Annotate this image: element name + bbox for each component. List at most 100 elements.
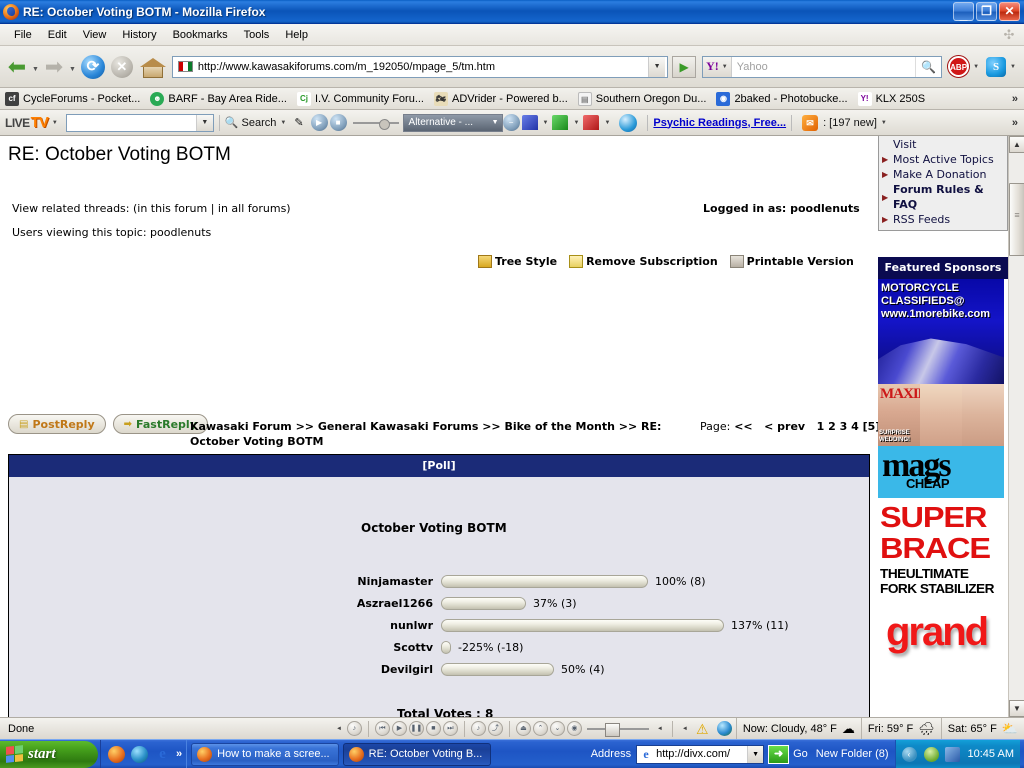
stop-button[interactable]: ✕ [111,56,133,78]
ad-grand[interactable]: grand [878,606,1004,662]
stop-button-media[interactable]: ■ [330,114,347,131]
page-nav-2[interactable]: 2 [828,420,836,433]
menu-history[interactable]: History [114,27,164,43]
close-button[interactable]: ✕ [999,2,1020,21]
start-button[interactable]: start [0,741,98,768]
tray-icon-1[interactable] [924,747,939,762]
bookmark-item[interactable]: Y! KLX 250S [858,92,926,106]
menu-bookmarks[interactable]: Bookmarks [165,27,236,43]
ad-superbrace[interactable]: SUPER BRACE THEULTIMATE FORK STABILIZER [878,498,1004,606]
stop-button[interactable]: ■ [426,721,441,736]
search-input[interactable]: Yahoo [732,61,915,73]
weather-now[interactable]: Now: Cloudy, 48° F ☁ [736,718,861,740]
minimize-button[interactable]: _ [953,2,974,21]
remove-subscription-link[interactable]: Remove Subscription [569,255,718,268]
menu-tools[interactable]: Tools [236,27,278,43]
clock[interactable]: 10:45 AM [968,748,1014,760]
page-scrollbar[interactable]: ▲ ▼ [1008,136,1024,717]
tv-green-chevron-down-icon[interactable]: ▼ [573,120,579,126]
rss-mail-icon[interactable]: ✉ [802,115,818,131]
forward-button[interactable]: ➡ [41,54,67,80]
bookmark-item[interactable]: ☻ BARF - Bay Area Ride... [150,92,287,106]
quicklaunch-overflow-button[interactable]: » [176,748,182,760]
page-nav-4[interactable]: 4 [851,420,859,433]
bookmark-item[interactable]: ◉ 2baked - Photobucke... [716,92,847,106]
scroll-up-button[interactable]: ▲ [1009,136,1024,153]
tray-icon-2[interactable] [945,747,960,762]
psychic-readings-link[interactable]: Psychic Readings, Free... [653,117,786,129]
shuffle-icon[interactable]: ⤴ [488,721,503,736]
livetv-volume-slider[interactable] [353,116,399,130]
taskbar-go-button[interactable]: ➜ [768,745,789,764]
sidebar-item-most-active-topics[interactable]: ▶ Most Active Topics [879,152,1007,167]
music-note-icon[interactable]: ♪ [347,721,362,736]
internet-explorer-quicklaunch-icon[interactable]: e [154,746,171,763]
bookmark-item[interactable]: cf CycleForums - Pocket... [5,92,140,106]
livetv-input-chevron-down-icon[interactable]: ▼ [196,115,213,131]
globe-icon[interactable] [717,721,732,736]
chevron-down-icon[interactable]: ▼ [881,120,887,126]
tree-style-link[interactable]: Tree Style [478,255,557,268]
printable-version-link[interactable]: Printable Version [730,255,854,268]
play-button[interactable]: ▶ [392,721,407,736]
url-chevron-down-icon[interactable]: ▼ [648,57,665,77]
tv-red-icon[interactable] [583,115,599,130]
livetv-chevron-down-icon[interactable]: ▼ [52,120,58,126]
ad-1morebike[interactable]: MOTORCYCLE CLASSIFIEDS@ www.1morebike.co… [878,279,1004,384]
home-button[interactable] [140,55,166,79]
ad-magazine-covers[interactable]: MAXIM SURPRISEWEDDING! [878,384,1004,446]
mute-icon[interactable]: ◉ [567,721,582,736]
scroll-left-icon[interactable]: ◄ [657,726,663,732]
menu-view[interactable]: View [75,27,115,43]
weather-saturday[interactable]: Sat: 65° F ⛅ [941,718,1024,740]
seamonkey-quicklaunch-icon[interactable] [131,746,148,763]
prev-track-button[interactable]: ⏮ [375,721,390,736]
next-track-button[interactable]: ⏭ [443,721,458,736]
bookmark-item[interactable]: ▤ Southern Oregon Du... [578,92,707,106]
taskbar-window-button-active[interactable]: RE: October Voting B... [343,743,492,766]
music-library-icon[interactable]: ♪ [471,721,486,736]
address-chevron-down-icon[interactable]: ▼ [747,746,763,763]
livetv-pencil-button[interactable]: ✎ [294,116,306,129]
reload-button[interactable]: ⟳ [81,55,105,79]
search-bar[interactable]: Y! ▼ Yahoo 🔍 [702,56,942,78]
pause-button[interactable]: ❚❚ [409,721,424,736]
sidebar-item-visit[interactable]: Visit [879,137,1007,152]
skype-icon[interactable]: S [986,57,1006,77]
sidebar-item-forum-rules[interactable]: ▶ Forum Rules & FAQ [879,182,1007,212]
warning-icon[interactable]: ⚠ [695,722,710,736]
search-engine-selector[interactable]: Y! ▼ [703,57,732,77]
tv-blue-icon[interactable] [522,115,538,130]
page-nav-first[interactable]: << [734,420,752,433]
address-bar[interactable]: http://www.kawasakiforums.com/m_192050/m… [172,56,668,78]
mail-status[interactable]: : [197 new] ▼ [823,117,891,129]
breadcrumb[interactable]: Kawasaki Forum >> General Kawasaki Forum… [190,419,690,449]
eject-icon[interactable]: ⏏ [516,721,531,736]
livetv-overflow-button[interactable]: » [1012,117,1018,129]
search-icon[interactable]: 🔍 [915,57,941,77]
new-folder-label[interactable]: New Folder (8) [816,748,889,760]
address-input-box[interactable]: e http://divx.com/ ▼ [636,745,764,764]
page-nav-3[interactable]: 3 [840,420,848,433]
menu-edit[interactable]: Edit [40,27,75,43]
maximize-button[interactable]: ❐ [976,2,997,21]
skype-chevron-down-icon[interactable]: ▼ [1010,64,1016,70]
menu-file[interactable]: File [6,27,40,43]
adblock-chevron-down-icon[interactable]: ▼ [973,64,979,70]
page-nav-1[interactable]: 1 [817,420,825,433]
sidebar-item-rss-feeds[interactable]: ▶ RSS Feeds [879,212,1007,227]
related-threads-line[interactable]: View related threads: (in this forum | i… [12,202,291,215]
url-input[interactable]: http://www.kawasakiforums.com/m_192050/m… [198,61,648,73]
play-button[interactable]: ▶ [311,114,328,131]
back-button[interactable]: ⬅ [4,54,30,80]
taskbar-window-button[interactable]: How to make a scree... [191,743,339,766]
bookmark-item[interactable]: Cj I.V. Community Foru... [297,92,424,106]
back-history-chevron-down-icon[interactable]: ▼ [32,60,39,73]
go-button[interactable]: ▶ [672,56,696,78]
weather-friday[interactable]: Fri: 59° F 🌧 [861,718,941,740]
tv-red-chevron-down-icon[interactable]: ▼ [604,120,610,126]
collapse-left-icon[interactable]: ◄ [336,726,342,732]
firefox-quicklaunch-icon[interactable] [108,746,125,763]
scroll-down-button[interactable]: ▼ [1009,700,1024,717]
scrollbar-thumb[interactable] [1009,183,1024,256]
